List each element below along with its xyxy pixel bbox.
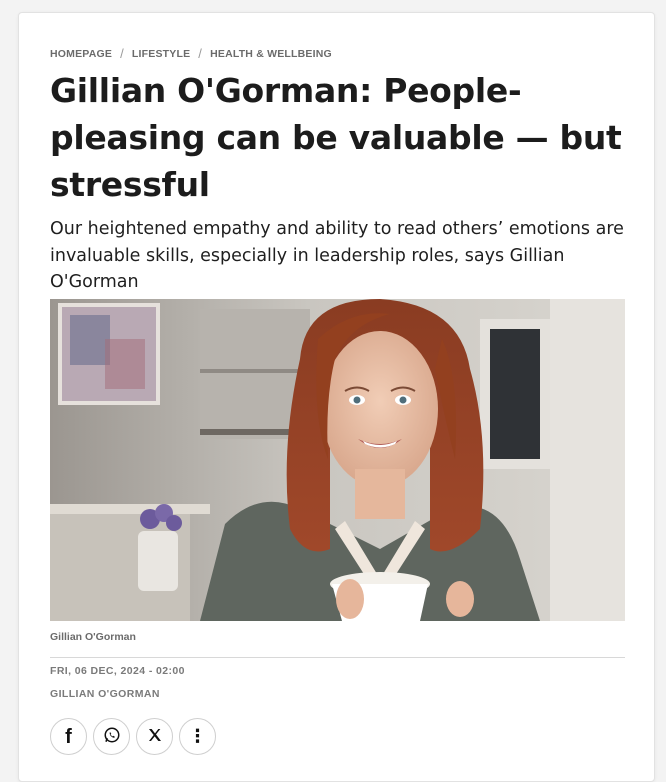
article-card: HOMEPAGE / LIFESTYLE / HEALTH & WELLBEIN… [18, 12, 655, 782]
breadcrumb-lifestyle[interactable]: LIFESTYLE [132, 48, 190, 60]
facebook-icon: f [65, 725, 72, 748]
x-icon [147, 727, 163, 747]
more-icon: ⋮ [188, 725, 207, 747]
share-bar: f ⋮ [50, 718, 216, 755]
article-standfirst: Our heightened empathy and ability to re… [50, 219, 624, 292]
article-hero-image [50, 299, 625, 621]
author-link[interactable]: GILLIAN O'GORMAN [50, 688, 160, 700]
publish-date: FRI, 06 DEC, 2024 - 02:00 [50, 665, 185, 677]
breadcrumb-homepage[interactable]: HOMEPAGE [50, 48, 112, 60]
whatsapp-icon [103, 726, 121, 748]
breadcrumb: HOMEPAGE / LIFESTYLE / HEALTH & WELLBEIN… [50, 46, 332, 61]
image-caption: Gillian O'Gorman [50, 631, 136, 643]
share-x-button[interactable] [136, 718, 173, 755]
breadcrumb-separator: / [198, 46, 203, 61]
breadcrumb-health-wellbeing[interactable]: HEALTH & WELLBEING [210, 48, 332, 60]
share-facebook-button[interactable]: f [50, 718, 87, 755]
breadcrumb-separator: / [120, 46, 124, 61]
divider [50, 657, 625, 658]
share-whatsapp-button[interactable] [93, 718, 130, 755]
article-headline: Gillian O'Gorman: People-pleasing can be… [50, 71, 622, 204]
share-more-button[interactable]: ⋮ [179, 718, 216, 755]
